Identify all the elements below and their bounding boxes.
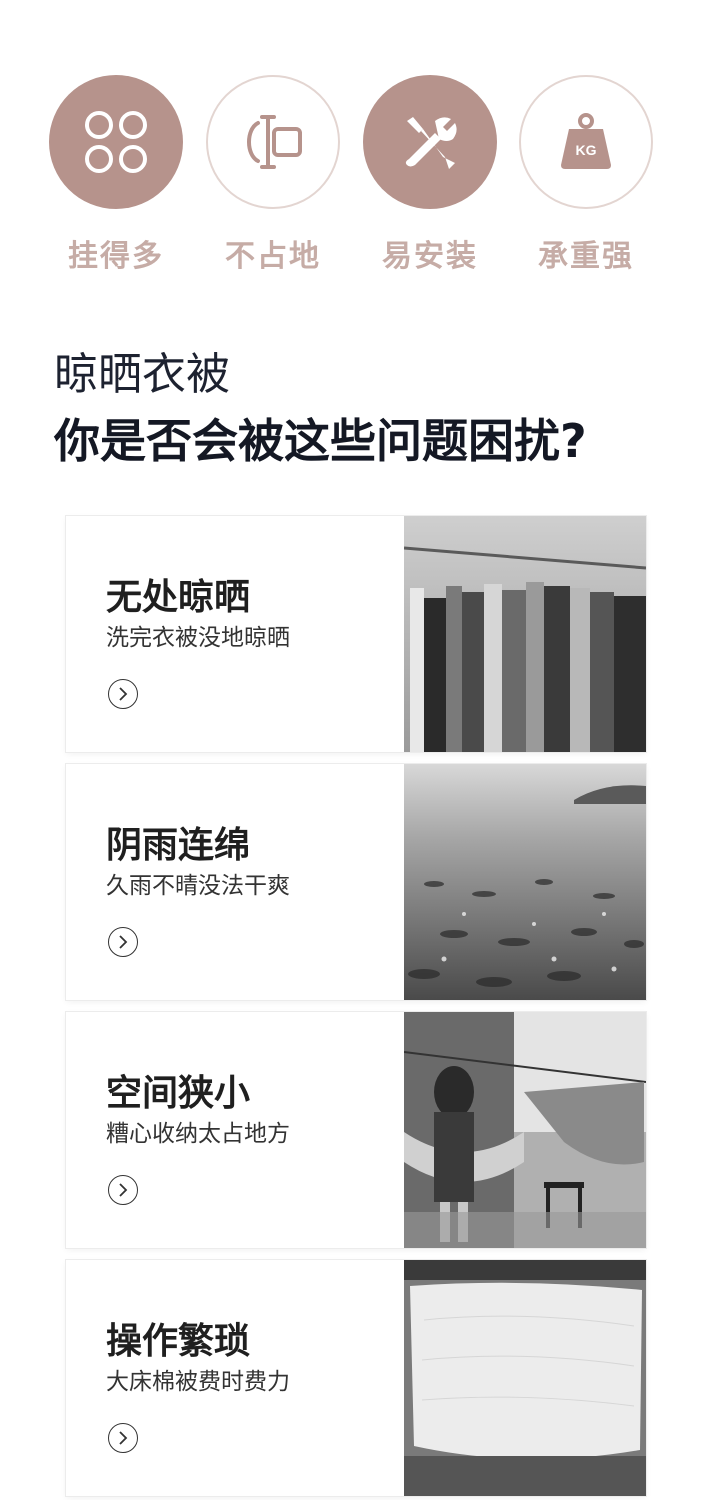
section-heading: 晾晒衣被 你是否会被这些问题困扰? — [54, 345, 587, 473]
feature-label: 承重强 — [538, 239, 634, 274]
feature-load-bearing: KG 承重强 — [518, 75, 654, 275]
feature-label: 挂得多 — [68, 239, 164, 274]
weight-kg-icon: KG — [561, 113, 611, 169]
feature-strip: 挂得多 不占地 易安装 KG 承重强 — [0, 0, 703, 290]
weight-kg-text: KG — [576, 142, 597, 158]
cramped-balcony-photo — [404, 1012, 646, 1248]
card-description: 久雨不晴没法干爽 — [106, 873, 290, 899]
four-leaf-icon — [85, 111, 147, 173]
feature-circle: KG — [519, 75, 653, 209]
feature-circle — [206, 75, 340, 209]
heading-title: 你是否会被这些问题困扰? — [54, 414, 587, 468]
chevron-right-icon[interactable] — [108, 679, 138, 709]
feature-label: 不占地 — [225, 239, 321, 274]
feature-label: 易安装 — [382, 239, 478, 274]
chevron-right-icon[interactable] — [108, 927, 138, 957]
card-title: 阴雨连绵 — [106, 825, 251, 866]
chevron-right-icon[interactable] — [108, 1175, 138, 1205]
tools-icon — [405, 117, 457, 169]
problem-card[interactable]: 无处晾晒 洗完衣被没地晾晒 — [66, 516, 646, 752]
feature-space-saving: 不占地 — [205, 75, 341, 275]
feature-easy-install: 易安装 — [362, 75, 498, 275]
feature-circle — [49, 75, 183, 209]
problem-card[interactable]: 阴雨连绵 久雨不晴没法干爽 — [66, 764, 646, 1000]
card-title: 无处晾晒 — [106, 577, 251, 618]
problem-card[interactable]: 空间狭小 糟心收纳太占地方 — [66, 1012, 646, 1248]
card-title: 操作繁琐 — [106, 1321, 251, 1362]
feature-hang-more: 挂得多 — [48, 75, 184, 275]
feature-circle — [363, 75, 497, 209]
card-description: 洗完衣被没地晾晒 — [106, 625, 290, 651]
clothes-rack-photo — [404, 516, 646, 752]
heading-subtitle: 晾晒衣被 — [54, 349, 230, 400]
rain-photo — [404, 764, 646, 1000]
card-title: 空间狭小 — [106, 1073, 251, 1114]
quilt-photo — [404, 1260, 646, 1496]
compact-bracket-icon — [247, 115, 302, 169]
card-description: 大床棉被费时费力 — [106, 1369, 290, 1395]
problem-card[interactable]: 操作繁琐 大床棉被费时费力 — [66, 1260, 646, 1496]
card-description: 糟心收纳太占地方 — [106, 1121, 290, 1147]
chevron-right-icon[interactable] — [108, 1423, 138, 1453]
